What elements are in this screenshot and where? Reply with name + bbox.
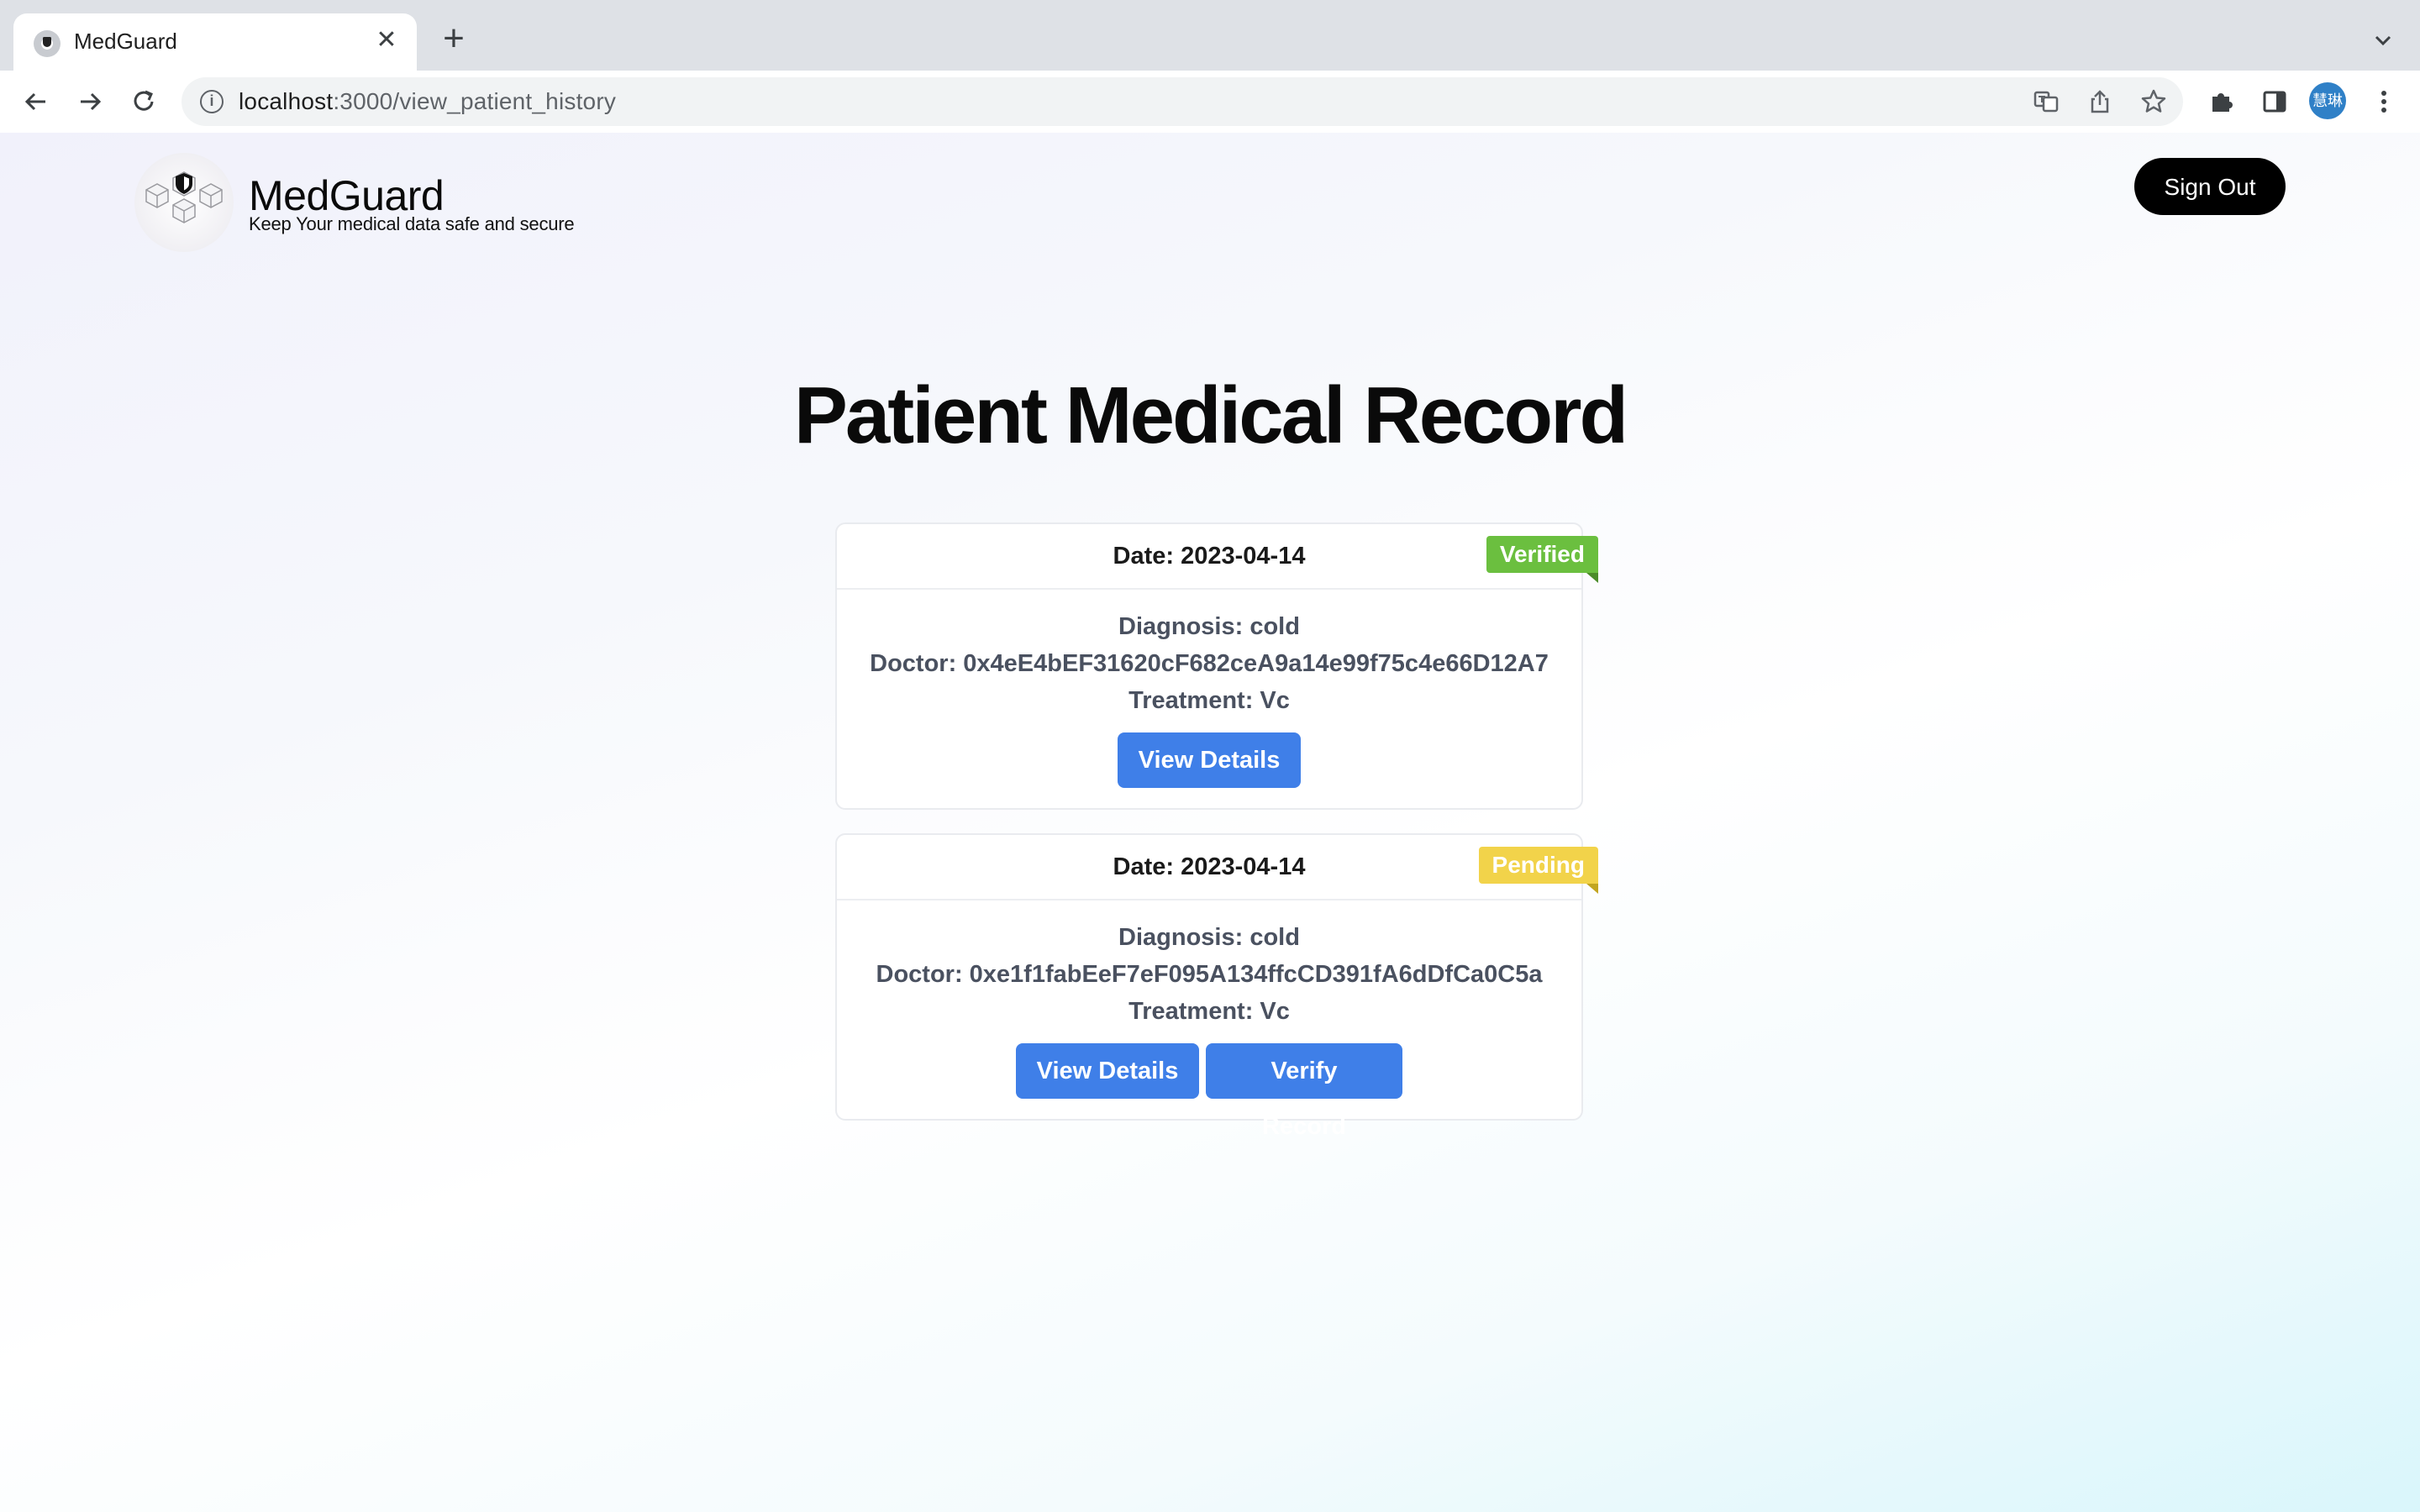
record-date: Date: 2023-04-14 Verified (837, 524, 1599, 590)
status-badge-verified: Verified (1486, 536, 1599, 583)
cubes-shield-logo-icon (145, 171, 223, 223)
profile-avatar[interactable]: 慧琳 (2309, 82, 2346, 119)
tab-title: MedGuard (74, 29, 177, 54)
view-details-button[interactable]: View Details (1118, 732, 1301, 788)
url-path: :3000/view_patient_history (333, 88, 617, 114)
record-card: Date: 2023-04-14 Verified Diagnosis: col… (835, 522, 1599, 810)
browser-tabstrip: MedGuard ✕ + (0, 0, 2420, 71)
record-doctor: Doctor: 0x4eE4bEF31620cF682ceA9a14e99f75… (870, 650, 1549, 677)
record-date-text: Date: 2023-04-14 (1113, 543, 1306, 570)
record-treatment: Treatment: Vc (1128, 998, 1290, 1025)
medguard-favicon-icon (34, 30, 60, 57)
page-content: MedGuard Keep Your medical data safe and… (0, 133, 2420, 1512)
verify-record-button[interactable]: Verify Record (1206, 1043, 1402, 1140)
close-tab-icon[interactable]: ✕ (371, 25, 402, 55)
medguard-logo[interactable] (134, 153, 234, 252)
url-host: localhost (239, 88, 334, 114)
record-date-text: Date: 2023-04-14 (1113, 853, 1306, 880)
forward-icon[interactable] (71, 82, 109, 121)
back-icon[interactable] (17, 82, 55, 121)
new-tab-button[interactable]: + (435, 20, 472, 59)
address-bar[interactable]: i localhost:3000/view_patient_history (182, 77, 2183, 126)
side-panel-icon[interactable] (2257, 84, 2292, 119)
record-treatment: Treatment: Vc (1128, 687, 1290, 714)
record-date: Date: 2023-04-14 Pending (837, 835, 1599, 900)
record-card: Date: 2023-04-14 Pending Diagnosis: cold… (835, 833, 1599, 1140)
browser-tab[interactable]: MedGuard ✕ (13, 13, 417, 71)
sign-out-button[interactable]: Sign Out (2134, 158, 2286, 215)
extensions-puzzle-icon[interactable] (2203, 84, 2238, 119)
view-details-button[interactable]: View Details (1016, 1043, 1199, 1099)
bookmark-star-icon[interactable] (2139, 87, 2168, 116)
url-text[interactable]: localhost:3000/view_patient_history (239, 88, 616, 115)
record-doctor: Doctor: 0xe1f1fabEeF7eF095A134ffcCD391fA… (876, 961, 1543, 988)
record-diagnosis: Diagnosis: cold (1118, 924, 1300, 951)
page-title: Patient Medical Record (793, 370, 1628, 460)
browser-toolbar: i localhost:3000/view_patient_history 慧琳 (0, 71, 2420, 134)
translate-icon[interactable] (2032, 87, 2060, 116)
share-icon[interactable] (2086, 87, 2114, 116)
record-diagnosis: Diagnosis: cold (1118, 613, 1300, 640)
site-info-icon[interactable]: i (200, 90, 224, 113)
more-menu-icon[interactable] (2366, 84, 2402, 119)
tab-search-chevron-icon[interactable] (2366, 24, 2400, 57)
brand-tagline: Keep Your medical data safe and secure (249, 213, 575, 234)
status-badge-pending: Pending (1478, 847, 1599, 894)
reload-icon[interactable] (124, 82, 163, 121)
